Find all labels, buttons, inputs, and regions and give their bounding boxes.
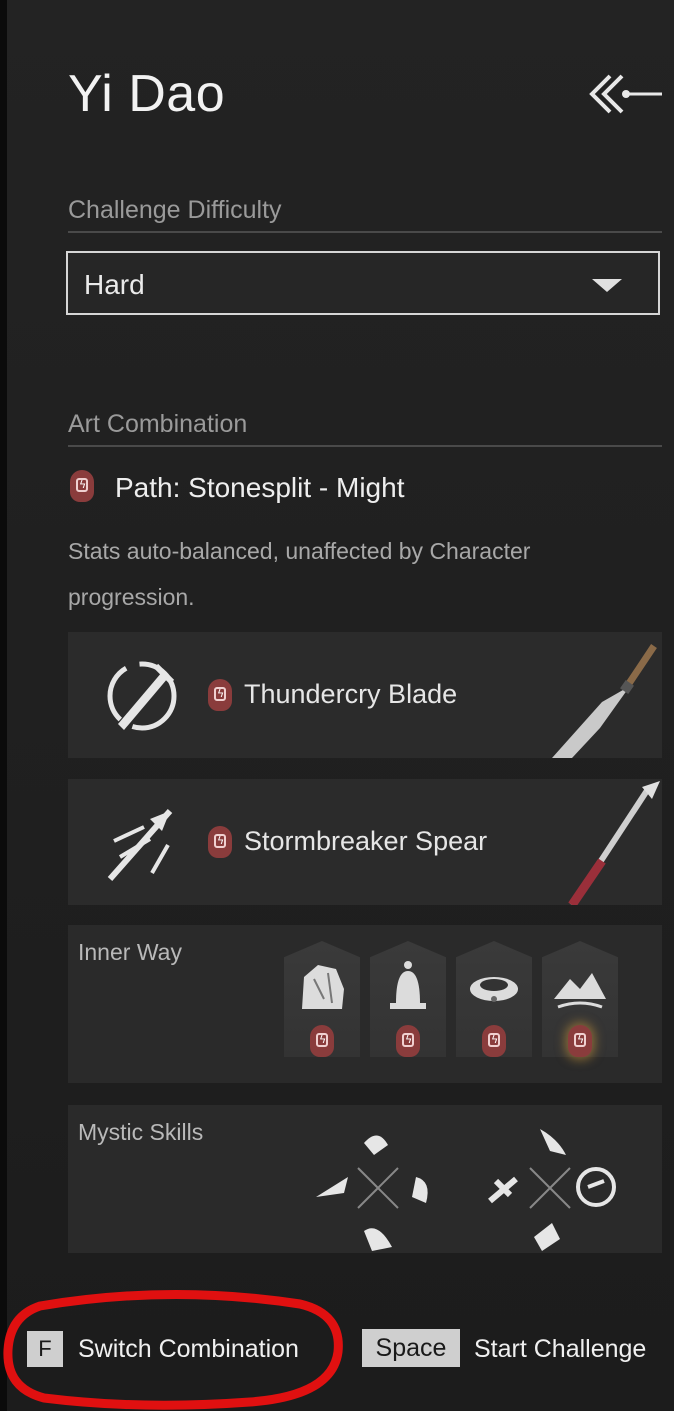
mystic-skills-icon [488,1129,616,1251]
collar-icon [470,977,518,1002]
might-badge-icon: ϟ [310,1025,334,1057]
inner-way-label: Inner Way [78,939,182,965]
mystic-skills-icon [316,1135,428,1251]
switch-combination-button[interactable]: Switch Combination [78,1335,299,1364]
difficulty-divider [68,231,662,233]
inner-way-slot[interactable]: ϟ [284,941,360,1057]
weapon-card-stormbreaker[interactable]: ϟ Stormbreaker Spear [68,779,662,905]
difficulty-value: Hard [84,269,145,300]
path-badge-icon: ϟ [70,470,94,502]
blade-weapon-image [552,644,657,758]
rock-icon [302,965,344,1009]
might-badge-icon: ϟ [482,1025,506,1057]
might-badge-icon: ϟ [208,679,232,711]
blade-skill-icon [107,661,177,731]
mountain-icon [554,973,606,1009]
weapon-name: Thundercry Blade [244,679,458,709]
inner-way-slot[interactable]: ϟ [370,941,446,1057]
mystic-skills-label: Mystic Skills [78,1119,204,1145]
left-edge [0,0,7,1411]
weapon-badge-wrap: ϟ [208,826,232,858]
might-badge-icon: ϟ [208,826,232,858]
path-description: Stats auto-balanced, unaffected by Chara… [68,538,531,610]
mystic-skill-group[interactable] [480,1121,620,1253]
spear-weapon-image [568,781,660,905]
start-challenge-button[interactable]: Start Challenge [474,1335,646,1364]
mystic-skill-group[interactable] [308,1121,448,1253]
weapon-name: Stormbreaker Spear [244,826,488,856]
difficulty-dropdown[interactable]: Hard [66,251,660,315]
path-name: Path: Stonesplit - Might [115,472,405,503]
switch-key-hint[interactable]: F [27,1331,63,1367]
chevron-down-icon [592,279,622,292]
back-arrow-icon [589,74,662,114]
page-title: Yi Dao [68,65,226,123]
inner-way-card: Inner Way ϟ ϟ ϟ ϟ [68,925,662,1083]
art-combination-label: Art Combination [68,410,248,438]
art-divider [68,445,662,447]
mystic-skills-card: Mystic Skills [68,1105,662,1253]
inner-way-slot[interactable]: ϟ [456,941,532,1057]
bell-icon [390,961,426,1009]
weapon-badge-wrap: ϟ [208,679,232,711]
spear-skill-icon [107,809,173,881]
might-badge-icon: ϟ [396,1025,420,1057]
might-badge-icon: ϟ [568,1025,592,1057]
back-button[interactable] [588,70,664,118]
space-key-hint[interactable]: Space [362,1329,460,1367]
weapon-card-thundercry[interactable]: ϟ Thundercry Blade [68,632,662,758]
inner-way-slot[interactable]: ϟ [542,941,618,1057]
difficulty-label: Challenge Difficulty [68,196,282,224]
path-row: ϟ Path: Stonesplit - Might [70,470,404,510]
